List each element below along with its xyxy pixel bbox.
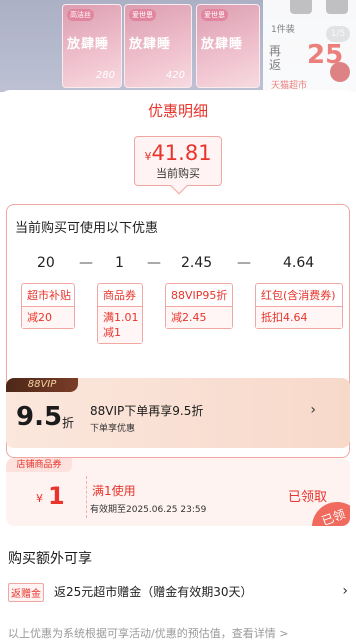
vip-discount-card[interactable]: 88VIP 9.5 折 88VIP下单再享9.5折 下单享优惠 › [6,378,350,448]
formula-value: 4.64 [283,255,315,271]
gift-money-row[interactable]: 返赠金 返25元超市赠金（赠金有效期30天） › [8,583,348,602]
chip-title: 88VIP95折 [166,284,232,307]
coupon-expiry: 有效期至2025.06.25 23:59 [90,505,207,515]
chip-value: 减20 [22,307,74,328]
chevron-right-icon: › [310,402,316,418]
vip-description: 88VIP下单再享9.5折 [90,404,204,418]
current-price: ¥41.81 [135,141,221,165]
vip-discount-value: 9.5 [16,402,63,432]
formula-minus: — [79,255,93,271]
gift-badge: 返赠金 [8,583,44,602]
chevron-right-icon: › [342,583,348,599]
chip-value: 满1.01 减1 [98,307,142,343]
chip-title: 超市补贴 [22,284,74,307]
coupon-condition: 满1使用 [92,484,136,498]
discounts-heading: 当前购买可使用以下优惠 [15,221,159,236]
panel-title: 优惠明细 [147,102,208,120]
formula-value: 2.45 [181,255,213,271]
backdrop-overlay [0,0,356,92]
coupon-status: 已领取 [288,490,328,505]
estimate-footnote[interactable]: 以上优惠为系统根据可享活动/优惠的预估值，查看详情 > [8,625,288,641]
chip-title: 红包(含消费券) [256,284,342,307]
coupon-value: 1 [48,482,65,510]
chip-title: 商品券 [98,284,142,307]
product-image-banner: 高洁丝 放肆睡 280 爱世恩 放肆睡 420 爱世恩 放肆睡 1件装 1/5 … [0,0,356,92]
price-amount: 41.81 [151,141,212,165]
vip-subdescription: 下单享优惠 [90,424,136,434]
vip-discount-unit: 折 [62,416,75,430]
formula-value: 20 [37,255,55,271]
extra-benefits-title: 购买额外可享 [8,551,92,567]
formula-minus: — [237,255,251,271]
chip-product-coupon: 商品券 满1.01 减1 [97,283,143,344]
gift-description: 返25元超市赠金（赠金有效期30天） [54,585,253,599]
chip-value: 抵扣4.64 [256,307,342,328]
chip-supermarket-subsidy: 超市补贴 减20 [21,283,75,329]
chip-88vip: 88VIP95折 减2.45 [165,283,233,329]
coupon-currency: ¥ [36,492,43,505]
formula-minus: — [147,255,161,271]
vip-tag: 88VIP [6,378,78,392]
coupon-tag: 店铺商品券 [6,458,72,472]
chip-red-packet: 红包(含消费券) 抵扣4.64 [255,283,343,329]
store-coupon-card[interactable]: 店铺商品券 ¥ 1 满1使用 有效期至2025.06.25 23:59 已领取 … [6,458,350,526]
coupon-divider [86,476,87,518]
formula-value: 1 [115,255,124,271]
current-price-box: ¥41.81 当前购买 [134,136,222,195]
chip-value: 减2.45 [166,307,232,328]
discount-detail-panel: 优惠明细 ¥41.81 当前购买 当前购买可使用以下优惠 20 — 1 — 2.… [0,90,356,643]
